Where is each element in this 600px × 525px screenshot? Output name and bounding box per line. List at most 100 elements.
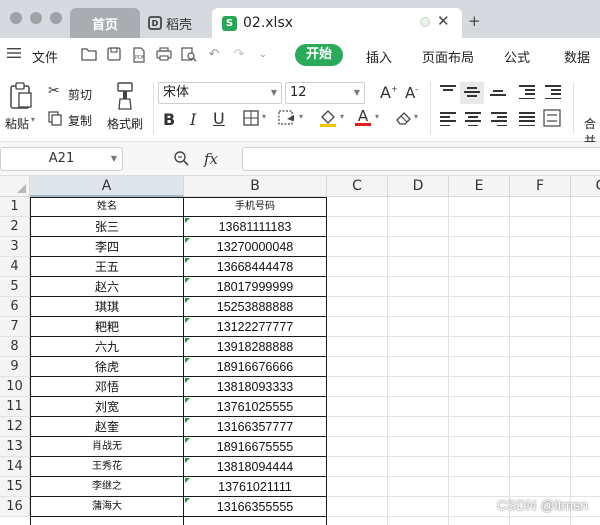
cell-a8-name[interactable]: 六九 bbox=[31, 337, 183, 357]
cell-a2-name[interactable]: 张三 bbox=[31, 217, 183, 237]
cell-a3-name[interactable]: 李四 bbox=[31, 237, 183, 257]
cell-a6-name[interactable]: 琪琪 bbox=[31, 297, 183, 317]
cell-b12-phone[interactable]: 13166357777 bbox=[184, 417, 326, 437]
menu-tab-data[interactable]: 数据 bbox=[564, 47, 590, 66]
cell-b2-phone[interactable]: 13681111183 bbox=[184, 217, 326, 237]
row-header-12[interactable]: 12 bbox=[0, 417, 30, 437]
name-box[interactable]: A21 ▼ bbox=[0, 147, 123, 171]
menu-tab-start[interactable]: 开始 bbox=[295, 44, 343, 66]
cell-b15-phone[interactable]: 13761021111 bbox=[184, 477, 326, 497]
cell-a7-name[interactable]: 粑粑 bbox=[31, 317, 183, 337]
row-header-6[interactable]: 6 bbox=[0, 297, 30, 317]
fill-color-dropdown-icon[interactable]: ▾ bbox=[340, 112, 344, 121]
row-header-4[interactable]: 4 bbox=[0, 257, 30, 277]
column-header-e[interactable]: E bbox=[449, 176, 510, 197]
cell-a16-name[interactable]: 蒲海大 bbox=[31, 497, 183, 517]
row-header-2[interactable]: 2 bbox=[0, 217, 30, 237]
new-tab-button[interactable]: + bbox=[468, 12, 481, 30]
cell-b16-phone[interactable]: 13166355555 bbox=[184, 497, 326, 517]
cell-a13-name[interactable]: 肖战无 bbox=[31, 437, 183, 457]
align-right-icon[interactable] bbox=[491, 112, 507, 129]
row-header-8[interactable]: 8 bbox=[0, 337, 30, 357]
clear-dropdown-icon[interactable]: ▾ bbox=[414, 112, 418, 121]
cell-b13-phone[interactable]: 18916675555 bbox=[184, 437, 326, 457]
column-header-a[interactable]: A bbox=[30, 176, 184, 197]
copy-button[interactable]: 复制 bbox=[68, 112, 92, 129]
borders-dropdown-icon[interactable]: ▾ bbox=[262, 112, 266, 121]
menu-tab-insert[interactable]: 插入 bbox=[366, 47, 392, 66]
print-icon[interactable] bbox=[156, 47, 172, 63]
open-folder-icon[interactable] bbox=[81, 47, 97, 63]
cell-style-dropdown-icon[interactable]: ▾ bbox=[299, 112, 303, 121]
export-pdf-icon[interactable]: PDF bbox=[131, 47, 147, 63]
formula-input[interactable] bbox=[242, 147, 600, 171]
row-header-3[interactable]: 3 bbox=[0, 237, 30, 257]
format-painter-button[interactable]: 格式刷 bbox=[107, 115, 143, 132]
paste-dropdown-icon[interactable]: ▾ bbox=[31, 115, 35, 124]
select-all-corner[interactable] bbox=[0, 176, 30, 197]
align-left-icon[interactable] bbox=[440, 112, 456, 129]
row-header-9[interactable]: 9 bbox=[0, 357, 30, 377]
cell-a1-header-name[interactable]: 姓名 bbox=[31, 197, 183, 217]
cell-b3-phone[interactable]: 13270000048 bbox=[184, 237, 326, 257]
insert-function-button[interactable]: fx bbox=[204, 150, 218, 168]
cell-a5-name[interactable]: 赵六 bbox=[31, 277, 183, 297]
borders-icon[interactable] bbox=[243, 110, 259, 129]
redo-icon[interactable]: ↷ bbox=[231, 47, 247, 63]
column-header-f[interactable]: F bbox=[510, 176, 571, 197]
cell-a14-name[interactable]: 王秀花 bbox=[31, 457, 183, 477]
clear-format-eraser-icon[interactable] bbox=[395, 110, 413, 129]
format-painter-icon[interactable] bbox=[114, 82, 136, 113]
cell-b1-header-phone[interactable]: 手机号码 bbox=[184, 197, 326, 217]
row-header-11[interactable]: 11 bbox=[0, 397, 30, 417]
cell-b7-phone[interactable]: 13122277777 bbox=[184, 317, 326, 337]
italic-button[interactable]: I bbox=[190, 110, 196, 129]
cell-b11-phone[interactable]: 13761025555 bbox=[184, 397, 326, 417]
close-tab-icon[interactable]: ✕ bbox=[437, 12, 450, 30]
close-window-button[interactable] bbox=[10, 12, 22, 24]
row-header-14[interactable]: 14 bbox=[0, 457, 30, 477]
fill-color-icon[interactable] bbox=[319, 108, 337, 131]
cell-a15-name[interactable]: 李继之 bbox=[31, 477, 183, 497]
row-header-10[interactable]: 10 bbox=[0, 377, 30, 397]
menu-tab-page-layout[interactable]: 页面布局 bbox=[422, 47, 474, 66]
paste-icon[interactable] bbox=[8, 82, 34, 110]
zoom-search-icon[interactable] bbox=[173, 150, 189, 170]
cell-b5-phone[interactable]: 18017999999 bbox=[184, 277, 326, 297]
save-icon[interactable] bbox=[106, 47, 122, 63]
cell-b10-phone[interactable]: 13818093333 bbox=[184, 377, 326, 397]
cell-a4-name[interactable]: 王五 bbox=[31, 257, 183, 277]
menu-file[interactable]: 文件 bbox=[32, 47, 58, 66]
wrap-text-icon[interactable] bbox=[543, 109, 561, 130]
increase-font-size-icon[interactable]: A+ bbox=[380, 83, 398, 102]
font-family-select[interactable]: 宋体 ▼ bbox=[158, 82, 282, 104]
column-header-d[interactable]: D bbox=[388, 176, 449, 197]
font-color-dropdown-icon[interactable]: ▾ bbox=[375, 112, 379, 121]
cell-a9-name[interactable]: 徐虎 bbox=[31, 357, 183, 377]
underline-button[interactable]: U bbox=[213, 109, 225, 128]
row-header-1[interactable]: 1 bbox=[0, 197, 30, 217]
justify-icon[interactable] bbox=[519, 112, 535, 129]
align-bottom-icon[interactable] bbox=[490, 90, 506, 98]
increase-indent-icon[interactable] bbox=[545, 85, 561, 102]
cut-button[interactable]: 剪切 bbox=[68, 86, 92, 103]
cell-a12-name[interactable]: 赵奎 bbox=[31, 417, 183, 437]
row-header-16[interactable]: 16 bbox=[0, 497, 30, 517]
row-header-13[interactable]: 13 bbox=[0, 437, 30, 457]
row-header-5[interactable]: 5 bbox=[0, 277, 30, 297]
cell-b4-phone[interactable]: 13668444478 bbox=[184, 257, 326, 277]
cell-a10-name[interactable]: 邓悟 bbox=[31, 377, 183, 397]
column-header-b[interactable]: B bbox=[184, 176, 327, 197]
cell-style-icon[interactable] bbox=[278, 110, 296, 129]
tab-home[interactable]: 首页 bbox=[70, 8, 140, 38]
bold-button[interactable]: B bbox=[163, 110, 175, 129]
decrease-indent-icon[interactable] bbox=[519, 85, 535, 102]
cell-b8-phone[interactable]: 13918288888 bbox=[184, 337, 326, 357]
cell-b14-phone[interactable]: 13818094444 bbox=[184, 457, 326, 477]
cell-b9-phone[interactable]: 18916676666 bbox=[184, 357, 326, 377]
tab-docer[interactable]: D 稻壳 bbox=[142, 8, 210, 38]
row-header-7[interactable]: 7 bbox=[0, 317, 30, 337]
quick-access-more-icon[interactable]: ⌄ bbox=[255, 47, 271, 63]
cell-b6-phone[interactable]: 15253888888 bbox=[184, 297, 326, 317]
align-middle-icon[interactable] bbox=[464, 87, 480, 100]
